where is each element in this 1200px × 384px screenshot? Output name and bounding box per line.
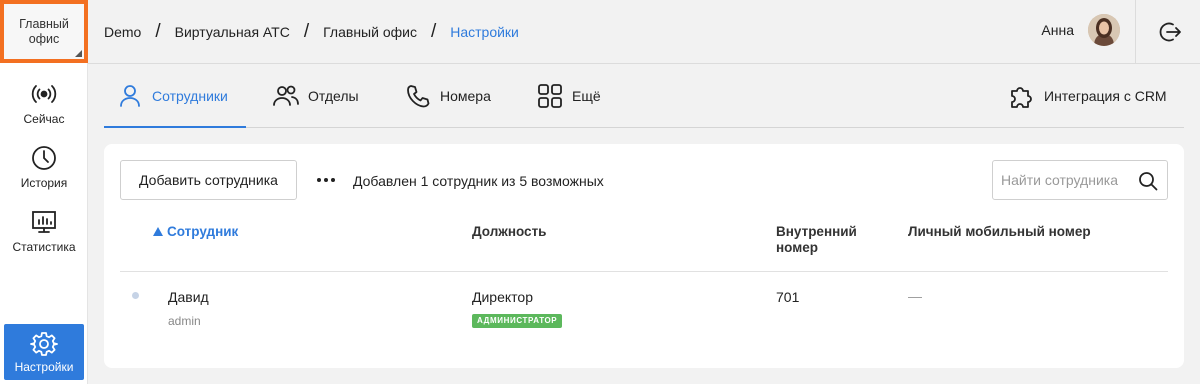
tabs-bar: Сотрудники Отделы Номера Ещё Интеграция …	[104, 64, 1184, 128]
tab-crm-integration[interactable]: Интеграция с CRM	[1008, 64, 1167, 128]
tab-label: Ещё	[572, 88, 601, 104]
breadcrumb-virtual-pbx[interactable]: Виртуальная АТС	[175, 24, 290, 40]
employee-extension: 701	[776, 289, 800, 305]
sidebar-item-now[interactable]: Сейчас	[0, 70, 88, 132]
add-employee-button[interactable]: Добавить сотрудника	[120, 160, 297, 200]
employee-login: admin	[168, 314, 201, 328]
puzzle-icon	[1011, 87, 1032, 108]
dropdown-corner-icon	[75, 50, 82, 57]
grid-icon	[538, 84, 562, 108]
chart-icon	[32, 211, 56, 233]
phone-icon	[407, 85, 430, 108]
role-badge: АДМИНИСТРАТОР	[472, 314, 563, 328]
breadcrumb-main-office[interactable]: Главный офис	[323, 24, 417, 40]
sidebar-item-label: История	[20, 176, 68, 190]
person-icon	[120, 85, 140, 107]
tab-label: Отделы	[308, 88, 359, 104]
clock-icon	[32, 146, 56, 170]
breadcrumb-separator: /	[303, 21, 310, 42]
sidebar-item-statistics[interactable]: Статистика	[0, 198, 88, 260]
tab-more[interactable]: Ещё	[536, 64, 601, 128]
column-header-label: Сотрудник	[167, 224, 239, 239]
sidebar-item-label: Сейчас	[23, 112, 65, 126]
avatar[interactable]	[1088, 14, 1120, 46]
gear-icon	[30, 332, 58, 356]
table-row[interactable]: Давид admin Директор АДМИНИСТРАТОР 701 —	[120, 272, 1168, 344]
tab-label: Номера	[440, 88, 491, 104]
people-icon	[273, 85, 299, 106]
sidebar-item-label: Статистика	[12, 240, 76, 254]
employee-name: Давид	[168, 289, 209, 305]
employee-count-text: Добавлен 1 сотрудник из 5 возможных	[353, 173, 604, 189]
breadcrumb-settings: Настройки	[450, 24, 519, 40]
employee-mobile: —	[908, 288, 922, 304]
sidebar-item-history[interactable]: История	[0, 134, 88, 196]
tab-label: Сотрудники	[152, 88, 228, 104]
tab-label: Интеграция с CRM	[1044, 88, 1167, 104]
more-options-icon[interactable]	[316, 172, 336, 188]
column-header-position: Должность	[472, 224, 547, 239]
tab-employees[interactable]: Сотрудники	[116, 64, 228, 128]
sidebar-item-label: Настройки	[14, 360, 74, 374]
breadcrumb-separator: /	[155, 21, 161, 42]
sort-ascending-icon	[153, 227, 163, 236]
top-header: Demo / Виртуальная АТС / Главный офис / …	[88, 0, 1200, 64]
search-box	[992, 160, 1168, 200]
office-selector[interactable]: Главный офис	[0, 0, 88, 63]
user-photo-icon	[1088, 14, 1120, 46]
status-dot	[132, 292, 139, 299]
broadcast-icon	[31, 85, 57, 103]
tab-departments[interactable]: Отделы	[272, 64, 359, 128]
user-menu[interactable]: Анна	[1041, 14, 1120, 46]
column-header-extension: Внутренний номер	[776, 224, 857, 255]
breadcrumb: Demo / Виртуальная АТС / Главный офис / …	[104, 0, 519, 64]
employee-position: Директор	[472, 289, 533, 305]
column-header-mobile: Личный мобильный номер	[908, 224, 1091, 239]
active-tab-indicator	[104, 126, 246, 128]
search-input[interactable]	[1001, 170, 1129, 190]
column-header-employee[interactable]: Сотрудник	[153, 224, 238, 240]
breadcrumb-separator: /	[430, 21, 437, 42]
employees-card: Добавить сотрудника Добавлен 1 сотрудник…	[104, 144, 1184, 368]
breadcrumb-demo[interactable]: Demo	[104, 24, 141, 40]
office-selector-label: Главный офис	[19, 16, 69, 46]
logout-icon[interactable]	[1158, 20, 1182, 44]
sidebar: Главный офис Сейчас История Статистика Н…	[0, 0, 88, 384]
tab-numbers[interactable]: Номера	[404, 64, 491, 128]
sidebar-item-settings[interactable]: Настройки	[4, 324, 84, 380]
search-icon[interactable]	[1137, 170, 1159, 192]
user-name: Анна	[1041, 22, 1074, 38]
header-divider	[1135, 0, 1136, 64]
